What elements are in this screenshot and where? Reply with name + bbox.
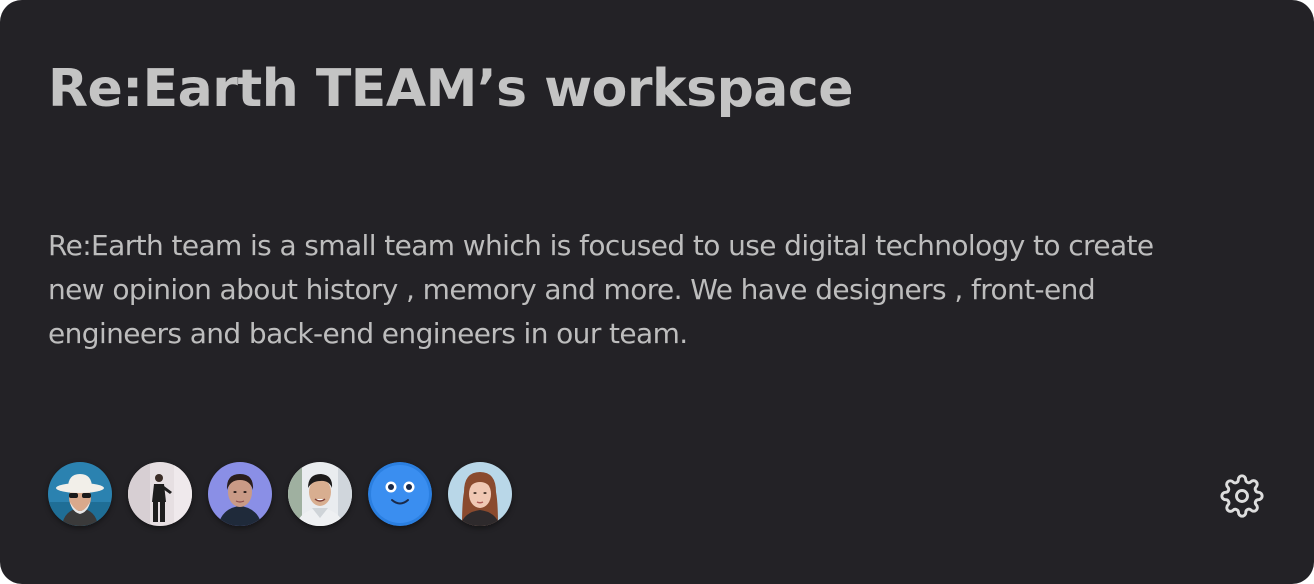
avatar-photo-woman-red-hair: [448, 462, 512, 526]
member-avatar-list: [48, 462, 512, 526]
workspace-title: Re:Earth TEAM’s workspace: [48, 59, 853, 119]
gear-icon: [1220, 474, 1264, 518]
member-avatar[interactable]: [208, 462, 272, 526]
workspace-card: Re:Earth TEAM’s workspace Re:Earth team …: [0, 0, 1314, 584]
settings-button[interactable]: [1216, 470, 1268, 522]
avatar-photo-person-purple: [208, 462, 272, 526]
workspace-description: Re:Earth team is a small team which is f…: [48, 229, 1154, 350]
avatar-blue-smiley-face: [368, 462, 432, 526]
avatar-photo-man-hat: [48, 462, 112, 526]
member-avatar[interactable]: [448, 462, 512, 526]
avatar-photo-person-standing: [128, 462, 192, 526]
member-avatar[interactable]: [48, 462, 112, 526]
member-avatar[interactable]: [288, 462, 352, 526]
member-avatar[interactable]: [128, 462, 192, 526]
avatar-photo-man-smiling: [288, 462, 352, 526]
member-avatar[interactable]: [368, 462, 432, 526]
